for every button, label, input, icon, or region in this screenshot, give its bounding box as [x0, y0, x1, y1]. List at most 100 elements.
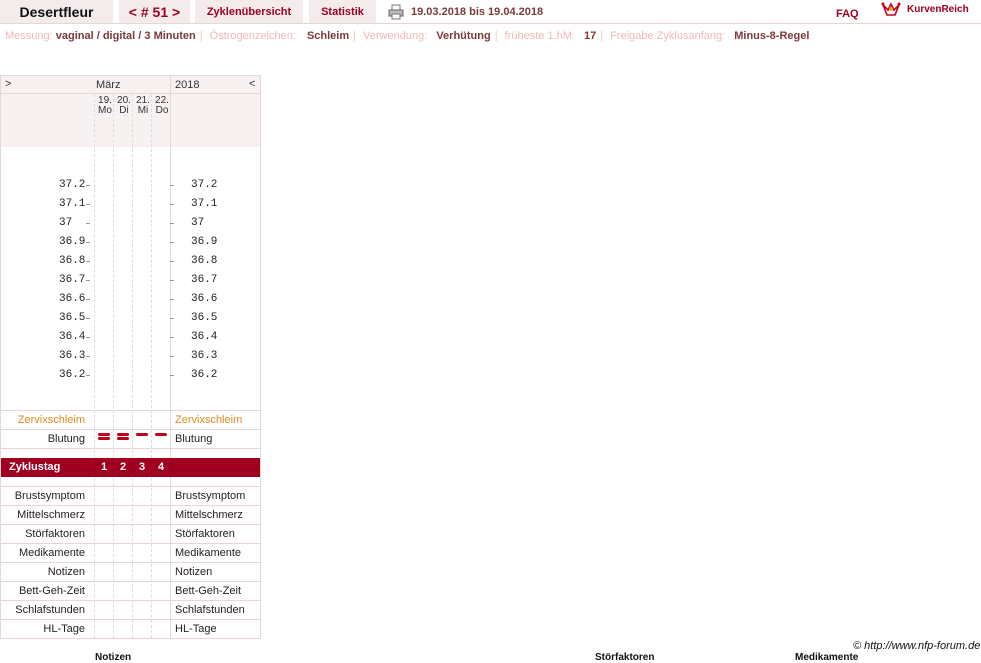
column-divider — [170, 76, 171, 639]
temp-label-right: 36.5 — [191, 312, 218, 324]
temp-tick — [86, 242, 90, 243]
day-divider — [132, 94, 133, 458]
day-header[interactable]: 22. Do — [153, 96, 171, 116]
row-label-midpain[interactable]: Mittelschmerz — [0, 509, 85, 521]
temp-tick — [86, 375, 90, 376]
setting-label: Freigabe Zyklusanfang: — [610, 30, 726, 42]
row-label-cervix-right[interactable]: Zervixschleim — [175, 414, 242, 426]
temp-label-right: 37 — [191, 217, 205, 229]
faq-link[interactable]: FAQ — [836, 8, 859, 20]
crown-logo-icon[interactable] — [881, 1, 901, 19]
bleeding-mark[interactable] — [117, 433, 129, 436]
temp-tick — [170, 185, 174, 186]
temp-tick — [170, 337, 174, 338]
cycle-day-cell[interactable]: 4 — [152, 458, 170, 477]
temp-tick — [170, 299, 174, 300]
bleeding-mark[interactable] — [117, 437, 129, 440]
temp-label-left: 36.3 — [59, 350, 86, 362]
temp-tick — [170, 318, 174, 319]
month-label: März — [96, 79, 121, 91]
day-header[interactable]: 21. Mi — [134, 96, 152, 116]
temp-tick — [86, 204, 90, 205]
row-label-notes[interactable]: Notizen — [0, 566, 85, 578]
scroll-left-button[interactable]: > — [5, 78, 11, 90]
temp-label-left: 36.7 — [59, 274, 86, 286]
row-label-cycleday: Zyklustag — [9, 461, 61, 473]
setting-label: Verwendung: — [363, 30, 428, 42]
setting-value: vaginal / digital / 3 Minuten — [55, 30, 196, 42]
row-divider — [1, 562, 260, 563]
chart-header — [1, 76, 170, 94]
day-divider — [132, 478, 133, 638]
row-divider — [1, 543, 260, 544]
row-label-sleep[interactable]: Schlafstunden — [0, 604, 85, 616]
row-label-cervix[interactable]: Zervixschleim — [0, 414, 85, 426]
bleeding-mark[interactable] — [98, 437, 110, 440]
row-label-hl-right[interactable]: HL-Tage — [175, 623, 217, 635]
bleeding-mark[interactable] — [98, 433, 110, 436]
tab-statistics[interactable]: Statistik — [309, 0, 376, 24]
copyright[interactable]: © http://www.nfp-forum.de — [853, 640, 980, 652]
day-header[interactable]: 19. Mo — [96, 96, 114, 116]
bleeding-mark[interactable] — [155, 433, 167, 436]
day-divider — [151, 94, 152, 458]
row-label-hl[interactable]: HL-Tage — [0, 623, 85, 635]
setting-label: früheste 1.hM: — [504, 30, 575, 42]
row-label-meds[interactable]: Medikamente — [0, 547, 85, 559]
logo-text[interactable]: KurvenReich — [907, 4, 969, 15]
temp-label-right: 36.7 — [191, 274, 218, 286]
temp-tick — [86, 337, 90, 338]
temp-label-right: 36.8 — [191, 255, 218, 267]
scroll-right-button[interactable]: < — [249, 78, 255, 90]
row-label-bedtime-right[interactable]: Bett-Geh-Zeit — [175, 585, 241, 597]
day-divider — [113, 94, 114, 458]
temp-label-left: 36.6 — [59, 293, 86, 305]
row-divider — [1, 505, 260, 506]
row-label-bedtime[interactable]: Bett-Geh-Zeit — [0, 585, 85, 597]
user-name: Desertfleur — [0, 0, 113, 24]
temp-label-left: 36.8 — [59, 255, 86, 267]
day-weekday: Do — [155, 105, 169, 116]
setting-value: Schleim — [306, 30, 350, 42]
temp-label-right: 37.2 — [191, 179, 218, 191]
row-label-disturb[interactable]: Störfaktoren — [0, 528, 85, 540]
day-divider — [94, 94, 95, 458]
row-label-sleep-right[interactable]: Schlafstunden — [175, 604, 245, 616]
temp-label-right: 37.1 — [191, 198, 218, 210]
printer-icon[interactable] — [388, 4, 404, 20]
row-label-midpain-right[interactable]: Mittelschmerz — [175, 509, 243, 521]
bleeding-mark[interactable] — [136, 433, 148, 436]
row-divider — [1, 410, 260, 411]
row-label-bleeding[interactable]: Blutung — [0, 433, 85, 445]
temp-label-right: 36.9 — [191, 236, 218, 248]
temp-label-left: 36.5 — [59, 312, 86, 324]
setting-value: Minus-8-Regel — [734, 30, 810, 42]
row-label-breast[interactable]: Brustsymptom — [0, 490, 85, 502]
tab-cycle-overview[interactable]: Zyklenübersicht — [195, 0, 303, 24]
cycle-day-cell[interactable]: 2 — [114, 458, 132, 477]
cycle-nav[interactable]: < # 51 > — [119, 0, 190, 24]
temp-label-left: 37.1 — [59, 198, 86, 210]
row-label-meds-right[interactable]: Medikamente — [175, 547, 241, 559]
row-divider — [1, 619, 260, 620]
temp-label-left: 36.2 — [59, 369, 86, 381]
cycle-day-cell[interactable]: 3 — [133, 458, 151, 477]
divider — [0, 23, 981, 24]
temp-label-left: 36.9 — [59, 236, 86, 248]
row-label-notes-right[interactable]: Notizen — [175, 566, 212, 578]
cycle-day-cell[interactable]: 1 — [95, 458, 113, 477]
setting-value: 17 — [584, 30, 597, 42]
cycle-settings: Messung: vaginal / digital / 3 Minuten | … — [5, 30, 810, 42]
temp-tick — [170, 280, 174, 281]
setting-value: Verhütung — [436, 30, 491, 42]
temp-label-left: 37.2 — [59, 179, 86, 191]
temp-label-right: 36.4 — [191, 331, 218, 343]
row-label-breast-right[interactable]: Brustsymptom — [175, 490, 245, 502]
day-header[interactable]: 20. Di — [115, 96, 133, 116]
row-label-bleeding-right[interactable]: Blutung — [175, 433, 212, 445]
row-label-disturb-right[interactable]: Störfaktoren — [175, 528, 235, 540]
temp-tick — [86, 356, 90, 357]
setting-label: Messung: — [5, 30, 53, 42]
temp-label-left: 36.4 — [59, 331, 86, 343]
temp-tick — [86, 261, 90, 262]
